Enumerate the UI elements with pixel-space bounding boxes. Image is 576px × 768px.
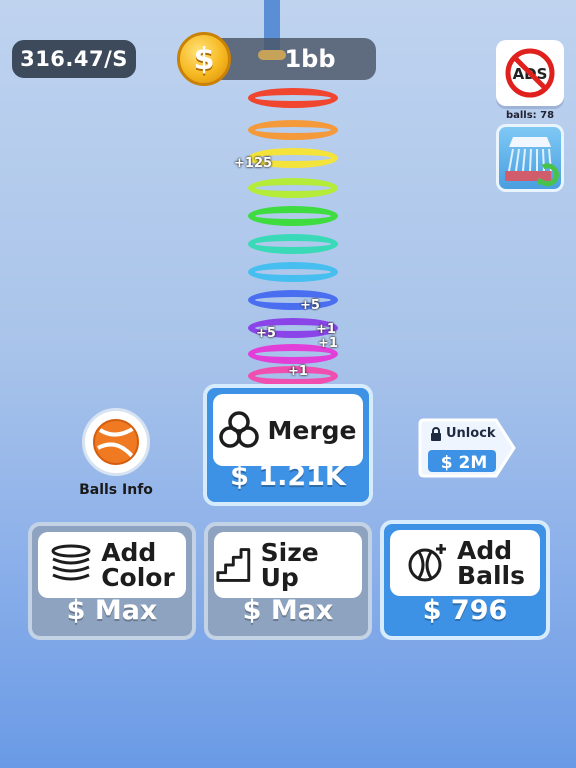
ball-shower-button[interactable]: [496, 124, 564, 192]
no-ads-icon: ADS: [505, 48, 555, 98]
size-up-label: Size Up: [260, 538, 319, 592]
unlock-label: Unlock: [446, 426, 496, 441]
tower-ring-orange: [248, 120, 338, 140]
tower-ring-blue: [248, 290, 338, 310]
stacked-rings-icon: [51, 544, 91, 581]
unlock-label-row: Unlock: [430, 426, 496, 441]
balls-info-label: Balls Info: [79, 482, 153, 498]
float-number: +125: [234, 156, 273, 171]
float-number: +1: [316, 322, 336, 337]
income-rate-text: 316.47/S: [20, 47, 128, 71]
add-color-label: Add Color: [101, 540, 175, 590]
size-up-price: $ Max: [242, 594, 334, 626]
tower-ring-lime: [248, 178, 338, 198]
lock-icon: [431, 426, 441, 441]
add-balls-button[interactable]: Add Balls $ 796: [380, 520, 550, 640]
merge-button[interactable]: Merge $ 1.21K: [203, 384, 373, 506]
float-number: +1: [318, 336, 338, 351]
stairs-icon: [216, 548, 251, 582]
add-balls-label: Add Balls: [457, 538, 525, 588]
balls-count-label: balls: 78: [505, 110, 555, 121]
add-color-price: $ Max: [66, 594, 158, 626]
tower-ring-cyan: [248, 262, 338, 282]
tower-ring-red: [248, 88, 338, 108]
merge-price: $ 1.21K: [230, 460, 346, 492]
coin-icon: $: [177, 32, 231, 86]
ball-shower-swap-icon: [505, 137, 559, 187]
merge-circles-icon: [219, 411, 260, 448]
float-number: +5: [256, 326, 276, 341]
balls-info-button[interactable]: [82, 408, 150, 476]
remove-ads-button[interactable]: ADS: [496, 40, 564, 106]
ball-plus-icon: [408, 544, 447, 582]
add-balls-price: $ 796: [422, 594, 508, 626]
tower-ring-green: [248, 206, 338, 226]
merge-label: Merge: [267, 415, 357, 445]
beach-ball-icon: [93, 419, 139, 465]
add-color-face: Add Color: [38, 532, 186, 598]
coin-balance-text: 1bb: [284, 45, 336, 73]
income-rate-display: 316.47/S: [12, 40, 136, 78]
add-balls-face: Add Balls: [390, 530, 540, 596]
unlock-button[interactable]: Unlock $ 2M: [418, 416, 518, 480]
float-number: +5: [300, 298, 320, 313]
spiral-tower: +125 +5 +5 +1 +1 +1: [220, 80, 370, 386]
unlock-price: $ 2M: [440, 453, 488, 473]
add-color-button[interactable]: Add Color $ Max: [28, 522, 196, 640]
add-color-line2: Color: [101, 563, 175, 592]
size-up-button[interactable]: Size Up $ Max: [204, 522, 372, 640]
size-up-face: Size Up: [214, 532, 362, 598]
float-number: +1: [288, 364, 308, 379]
tower-ring-teal: [248, 234, 338, 254]
add-balls-line2: Balls: [457, 561, 525, 590]
coin-symbol: $: [193, 41, 215, 77]
